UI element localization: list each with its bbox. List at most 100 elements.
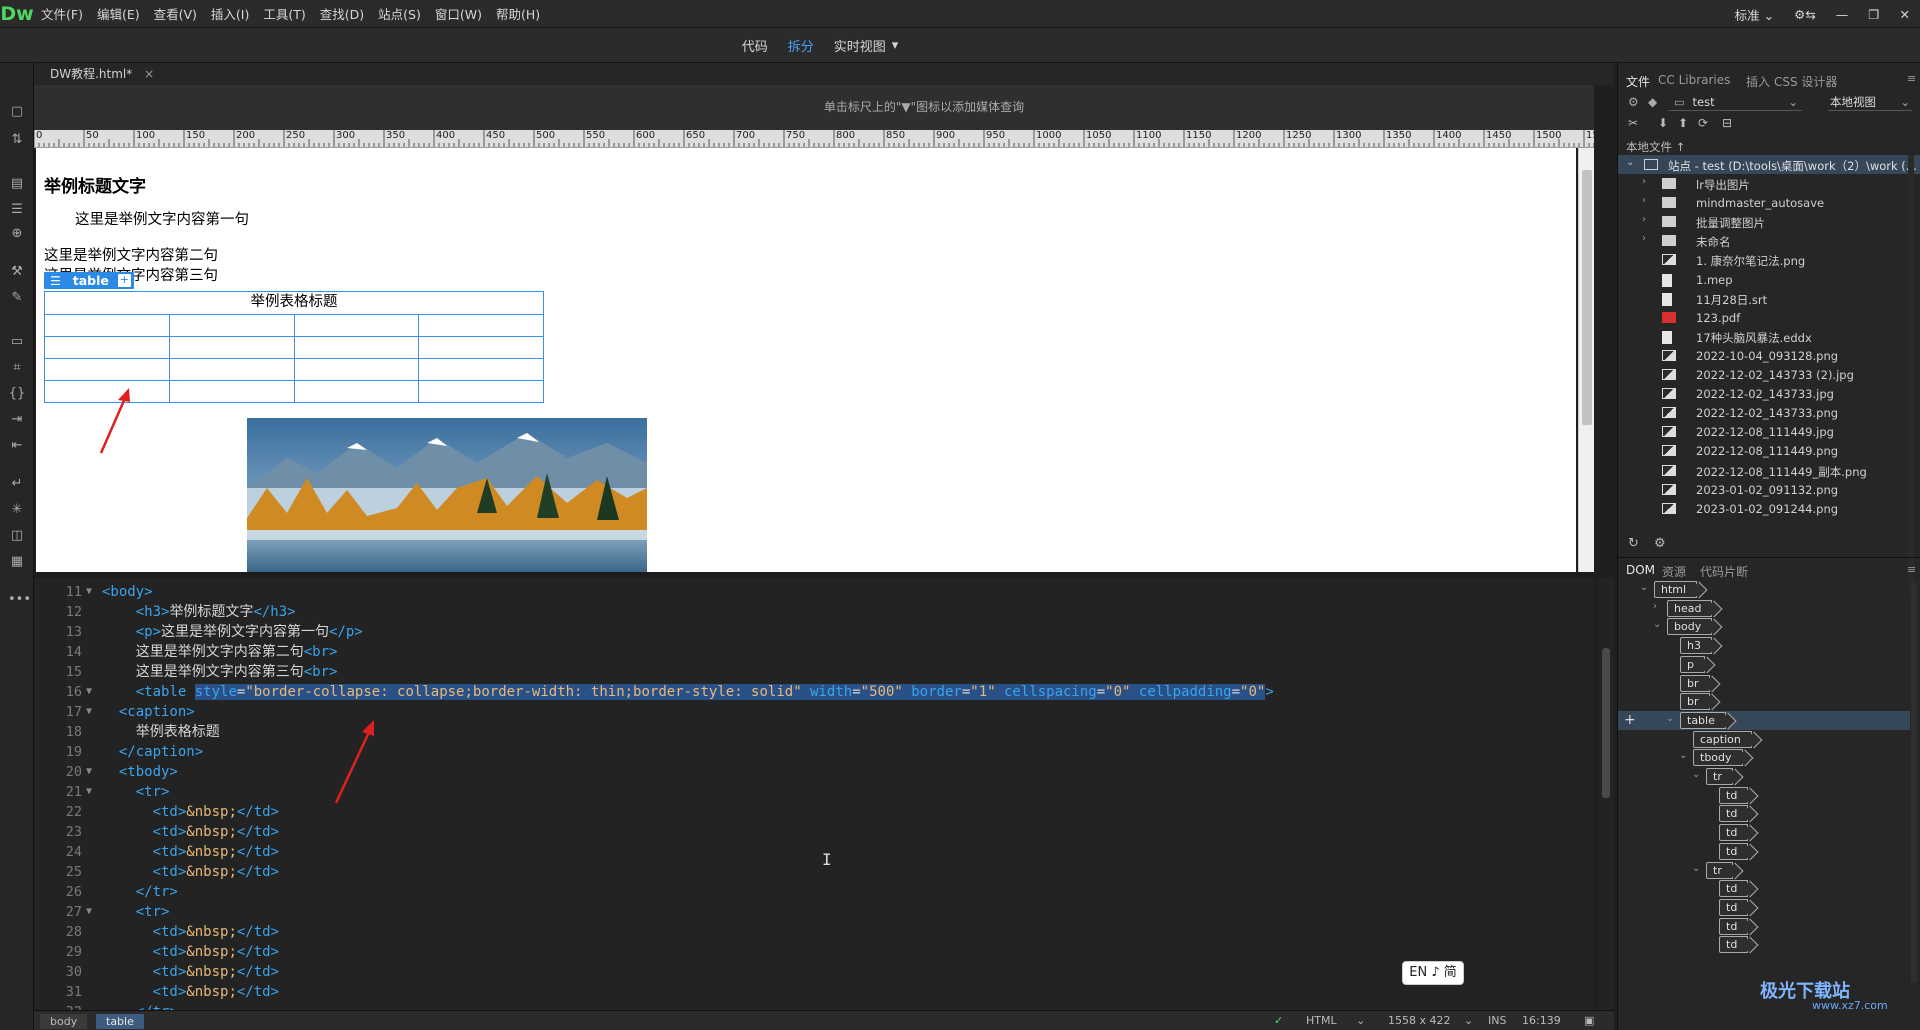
- files-tab-2[interactable]: 插入: [1746, 73, 1770, 90]
- table-cell[interactable]: [169, 358, 295, 380]
- outdent-icon[interactable]: ⇤: [8, 437, 26, 455]
- code-scroll-thumb[interactable]: [1602, 648, 1610, 798]
- files-tab-0[interactable]: 文件: [1626, 73, 1650, 90]
- code-line[interactable]: 22 <td>&nbsp;</td>: [34, 802, 1594, 822]
- menu-5[interactable]: 查找(D): [313, 4, 371, 23]
- minimize-button[interactable]: —: [1826, 7, 1859, 22]
- code-line[interactable]: 24 <td>&nbsp;</td>: [34, 842, 1594, 862]
- dom-node[interactable]: td: [1719, 936, 1749, 954]
- tab-close-icon[interactable]: ×: [144, 67, 154, 81]
- fold-icon[interactable]: ▼: [86, 782, 92, 802]
- table-cell[interactable]: [419, 358, 543, 380]
- folder-chevron[interactable]: ›: [1642, 214, 1646, 225]
- dom-node[interactable]: td: [1719, 917, 1749, 935]
- dom-chevron[interactable]: ⌄: [1666, 713, 1674, 724]
- file-row[interactable]: 2023-01-02_091244.png: [1618, 499, 1920, 518]
- site-root-chevron[interactable]: ⌄: [1626, 157, 1634, 168]
- code-view[interactable]: 11 ▼ <body> 12 <h3>举例标题文字</h3> 13 <p>这里是举例文字…: [34, 578, 1594, 1010]
- expand-icon[interactable]: ⊟: [1722, 116, 1732, 130]
- dom-scrollbar[interactable]: [1911, 583, 1917, 983]
- design-heading[interactable]: 举例标题文字: [44, 172, 146, 197]
- table-cell[interactable]: [419, 314, 543, 336]
- file-row[interactable]: › mindmaster_autosave: [1618, 193, 1920, 212]
- preview-icon[interactable]: ▣: [1584, 1014, 1594, 1027]
- preview-icon[interactable]: ◫: [8, 527, 26, 545]
- site-select[interactable]: ▭ test ⌄: [1668, 93, 1802, 111]
- restore-button[interactable]: ❐: [1858, 7, 1889, 22]
- table-cell[interactable]: [294, 358, 420, 380]
- inspect-icon[interactable]: ☰: [8, 201, 26, 219]
- table-cell[interactable]: [294, 314, 420, 336]
- menu-0[interactable]: 文件(F): [34, 4, 90, 23]
- braces-icon[interactable]: {}: [8, 385, 26, 403]
- design-paragraph[interactable]: 这里是举例文字内容第一句: [75, 208, 249, 229]
- dom-node[interactable]: br: [1680, 693, 1710, 711]
- view-select[interactable]: 本地视图 ⌄: [1828, 93, 1912, 111]
- menu-6[interactable]: 站点(S): [371, 4, 428, 23]
- code-line[interactable]: 32 </tr>: [34, 1002, 1594, 1010]
- file-row[interactable]: 2022-12-02_143733 (2).jpg: [1618, 365, 1920, 384]
- file-row[interactable]: › 批量调整图片: [1618, 212, 1920, 231]
- table-cell[interactable]: [294, 336, 420, 358]
- fold-icon[interactable]: ▼: [86, 702, 92, 722]
- element-badge[interactable]: ☰ table +: [44, 272, 134, 289]
- dom-tab-0[interactable]: DOM: [1626, 563, 1655, 577]
- target-icon[interactable]: ⊕: [8, 225, 26, 243]
- refresh-icon[interactable]: ↻: [1628, 536, 1639, 551]
- live-view-button[interactable]: 实时视图: [834, 36, 886, 55]
- document-type[interactable]: HTML ⌄: [1306, 1014, 1365, 1027]
- file-row[interactable]: 2022-12-08_111449_副本.png: [1618, 461, 1920, 480]
- table-cell[interactable]: [419, 336, 543, 358]
- table-cell[interactable]: [294, 380, 420, 402]
- code-line[interactable]: 30 <td>&nbsp;</td>: [34, 962, 1594, 982]
- file-row[interactable]: 1.mep: [1618, 270, 1920, 289]
- dom-node[interactable]: td: [1719, 880, 1749, 898]
- dom-tab-1[interactable]: 资源: [1662, 563, 1686, 580]
- code-line[interactable]: 19 </caption>: [34, 742, 1594, 762]
- comment-icon[interactable]: ▭: [8, 333, 26, 351]
- code-line[interactable]: 27 ▼ <tr>: [34, 902, 1594, 922]
- badge-menu-icon[interactable]: ☰: [44, 274, 67, 288]
- code-line[interactable]: 31 <td>&nbsp;</td>: [34, 982, 1594, 1002]
- dom-node[interactable]: td: [1719, 898, 1749, 916]
- panel-menu-icon[interactable]: ≡: [1907, 72, 1916, 85]
- dom-chevron[interactable]: ⌄: [1692, 769, 1700, 780]
- table-cell[interactable]: [169, 380, 295, 402]
- menu-8[interactable]: 帮助(H): [489, 4, 547, 23]
- table-cell[interactable]: [45, 358, 170, 380]
- file-row[interactable]: 17种头脑风暴法.eddx: [1618, 327, 1920, 346]
- site-settings-icon[interactable]: ⚙: [1654, 536, 1666, 551]
- code-view-button[interactable]: 代码: [742, 36, 768, 55]
- dom-chevron[interactable]: ⌄: [1692, 863, 1700, 874]
- split-view-button[interactable]: 拆分: [788, 36, 814, 55]
- code-line[interactable]: 11 ▼ <body>: [34, 582, 1594, 602]
- file-management-icon[interactable]: ⇅: [8, 131, 26, 149]
- dom-node[interactable]: td: [1719, 805, 1749, 823]
- tag-selector-table[interactable]: table: [96, 1014, 144, 1029]
- file-list-scrollbar[interactable]: [1908, 155, 1914, 595]
- window-size[interactable]: 1558 x 422 ⌄: [1388, 1014, 1473, 1027]
- menu-3[interactable]: 插入(I): [204, 4, 256, 23]
- sync-settings-icon[interactable]: ⚙⇆: [1784, 7, 1826, 22]
- tag-icon[interactable]: ⌗: [8, 359, 26, 377]
- file-row[interactable]: 2022-12-02_143733.png: [1618, 403, 1920, 422]
- brush-icon[interactable]: ✎: [8, 289, 26, 307]
- table-cell[interactable]: [45, 314, 170, 336]
- file-row[interactable]: 2022-10-04_093128.png: [1618, 346, 1920, 365]
- dom-node[interactable]: td: [1719, 842, 1749, 860]
- tag-selector-body[interactable]: body: [40, 1014, 88, 1029]
- code-line[interactable]: 25 <td>&nbsp;</td>: [34, 862, 1594, 882]
- dom-node[interactable]: caption: [1693, 730, 1752, 748]
- fold-icon[interactable]: ▼: [86, 682, 92, 702]
- dom-node[interactable]: td: [1719, 786, 1749, 804]
- design-view[interactable]: 举例标题文字 这里是举例文字内容第一句 这里是举例文字内容第二句 这里是举例文字…: [36, 148, 1576, 572]
- menu-1[interactable]: 编辑(E): [90, 4, 147, 23]
- code-line[interactable]: 14 这里是举例文字内容第二句<br>: [34, 642, 1594, 662]
- code-line[interactable]: 23 <td>&nbsp;</td>: [34, 822, 1594, 842]
- file-row[interactable]: 2022-12-08_111449.jpg: [1618, 422, 1920, 441]
- code-line[interactable]: 13 <p>这里是举例文字内容第一句</p>: [34, 622, 1594, 642]
- table-cell[interactable]: [419, 380, 543, 402]
- dom-add-icon[interactable]: +: [1624, 712, 1636, 728]
- design-scroll-thumb[interactable]: [1582, 170, 1592, 425]
- code-line[interactable]: 18 举例表格标题: [34, 722, 1594, 742]
